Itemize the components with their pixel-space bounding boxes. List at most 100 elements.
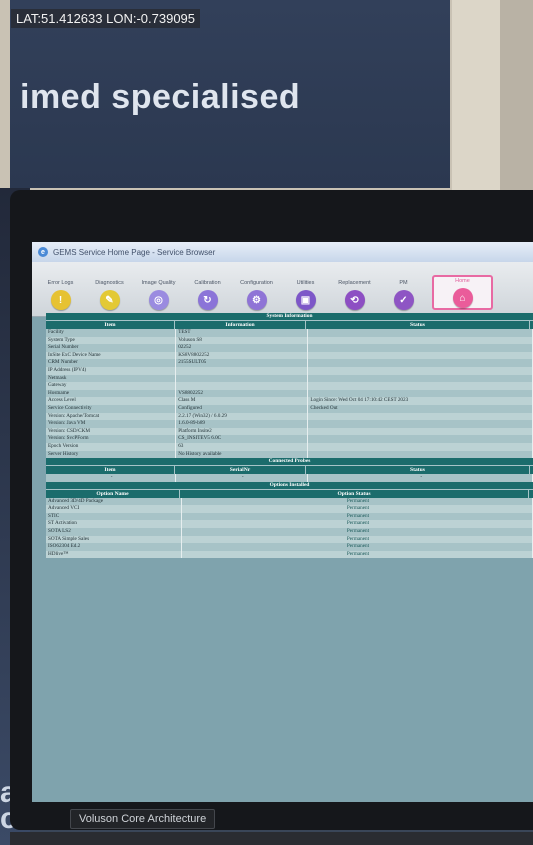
table-cell: Configured — [176, 404, 309, 413]
table-cell: Permanent — [182, 550, 533, 559]
table-cell: Netmask — [46, 374, 177, 383]
connected-probes-title: Connected Probes — [46, 458, 533, 466]
toolbar-label: Calibration — [194, 280, 221, 286]
table-cell — [308, 450, 533, 459]
table-cell — [308, 389, 533, 398]
system-info-title: System Information — [46, 313, 533, 320]
table-cell: 63 — [176, 442, 309, 451]
table-cell: Permanent — [182, 497, 533, 506]
monitor-bottom-edge — [10, 832, 533, 845]
banner-text: imed specialised — [20, 78, 301, 116]
toolbar-label: Image Quality — [141, 280, 176, 286]
configuration-icon: ⚙ — [246, 290, 267, 310]
utilities-icon: ▣ — [295, 290, 316, 310]
table-row: ST Activation Permanent — [46, 520, 533, 529]
table-row: Epoch Version 63 — [46, 442, 533, 451]
table-cell — [308, 351, 533, 360]
col-serialnr: SerialNr — [175, 466, 306, 475]
background-pillar-shadow — [500, 0, 533, 190]
monitor-brand-label: Voluson Core Architecture — [70, 809, 216, 829]
col-probe-status: Status — [306, 466, 530, 475]
table-cell: SOTA LS2 — [46, 528, 182, 536]
table-cell — [308, 344, 533, 352]
table-cell — [176, 382, 309, 390]
toolbar-home-button[interactable]: Home ⌂ — [432, 275, 493, 310]
table-cell: Advanced 3D/4D Package — [46, 497, 182, 506]
table-cell: KS8V8802252 — [176, 351, 309, 360]
table-cell: Server History — [46, 450, 177, 459]
table-cell: Serial Number — [46, 344, 177, 352]
monitor-screen: e GEMS Service Home Page - Service Brows… — [32, 242, 533, 802]
table-cell: VS8802252 — [176, 389, 309, 398]
toolbar-label: Home — [455, 278, 470, 284]
table-cell — [308, 366, 533, 375]
table-row: Service Connectivity Configured Checked Ou… — [46, 404, 533, 413]
table-cell: Version: SvcPForm — [46, 435, 177, 443]
toolbar-image-quality-button[interactable]: Image Quality ◎ — [134, 280, 183, 310]
options-installed-title: Options Installed — [46, 481, 533, 489]
calibration-icon: ↻ — [197, 290, 218, 310]
toolbar-label: Utilities — [296, 280, 315, 286]
table-row: System Type Voluson S8 — [46, 336, 533, 345]
table-cell: Version: Java VM — [46, 420, 177, 428]
table-row: SOTA Simple Sales Permanent — [46, 535, 533, 544]
table-cell: CRM Number — [46, 359, 177, 367]
table-cell: Hostname — [46, 389, 177, 398]
toolbar-pm-button[interactable]: PM ✓ — [379, 280, 428, 310]
table-cell: - — [308, 474, 533, 482]
table-cell: STIC — [46, 512, 182, 521]
table-cell — [308, 412, 533, 421]
table-row: InSite ExC Device Name KS8V8802252 — [46, 351, 533, 360]
toolbar-replacement-button[interactable]: Replacement ⟲ — [330, 280, 379, 310]
toolbar-calibration-button[interactable]: Calibration ↻ — [183, 280, 232, 310]
table-row: IP Address (IPV4) — [46, 366, 533, 375]
probes-header: Item SerialNr Status — [46, 465, 533, 475]
toolbar-label: PM — [399, 280, 408, 286]
error-log-icon: ! — [50, 290, 71, 310]
table-cell: Platform Insite2 — [176, 427, 309, 436]
table-cell: Permanent — [182, 535, 533, 544]
table-cell: Access Level — [46, 397, 177, 405]
toolbar-utilities-button[interactable]: Utilities ▣ — [281, 280, 330, 310]
col-status: Status — [306, 321, 530, 329]
col-option-name: Option Name — [46, 489, 180, 498]
toolbar-label: Diagnostics — [95, 280, 124, 286]
table-row: HDlive™ Permanent — [46, 550, 533, 559]
option-rows: Advanced 3D/4D Package Permanent Advanced … — [46, 497, 533, 559]
toolbar-error-logs-button[interactable]: Error Logs! — [36, 280, 85, 310]
table-cell: IP Address (IPV4) — [46, 366, 177, 375]
table-cell: Class M — [176, 397, 309, 405]
table-cell: - — [46, 474, 177, 482]
table-cell: HDlive™ — [46, 550, 182, 559]
browser-titlebar: e GEMS Service Home Page - Service Brows… — [32, 242, 533, 262]
table-cell: No History available — [176, 450, 309, 459]
table-cell: Service Connectivity — [46, 404, 177, 413]
table-row: Version: CSD/CKM Platform Insite2 — [46, 427, 533, 436]
table-cell: Epoch Version — [46, 442, 177, 451]
toolbar-diagnostics-button[interactable]: Diagnostics ✎ — [85, 280, 134, 310]
table-cell: InSite ExC Device Name — [46, 351, 177, 360]
col-option-status: Option Status — [180, 489, 529, 498]
table-row: Netmask — [46, 374, 533, 383]
table-cell: Permanent — [182, 528, 533, 536]
toolbar-configuration-button[interactable]: Configuration ⚙ — [232, 280, 281, 310]
toolbar-label: Configuration — [240, 280, 273, 286]
table-cell: 02252 — [176, 344, 309, 352]
table-row: Version: Java VM 1.6.0-89-b89 — [46, 420, 533, 428]
table-row: SOTA LS2 Permanent — [46, 528, 533, 536]
table-cell: Permanent — [182, 512, 533, 521]
table-cell: ST Activation — [46, 520, 182, 529]
gps-overlay: LAT:51.412633 LON:-0.739095 — [11, 9, 201, 28]
table-row: Advanced VCI Permanent — [46, 505, 533, 513]
table-cell — [176, 374, 309, 383]
table-row: --- — [46, 474, 533, 482]
table-cell — [308, 359, 533, 367]
table-row: Version: Apache/Tomcat 2.2.17 (Win32) / 6… — [46, 412, 533, 421]
table-row: CRM Number 2155SULT05 — [46, 359, 533, 367]
system-info-rows: Facility TEST System Type Voluson S8 Serial … — [46, 329, 533, 459]
toolbar-label: Error Logs — [47, 280, 74, 286]
table-cell: Permanent — [182, 543, 533, 551]
table-cell: Permanent — [182, 505, 533, 513]
table-cell: Login Since: Wed Oct 04 17:10:42 CEST 20… — [308, 397, 533, 405]
table-cell — [308, 442, 533, 451]
